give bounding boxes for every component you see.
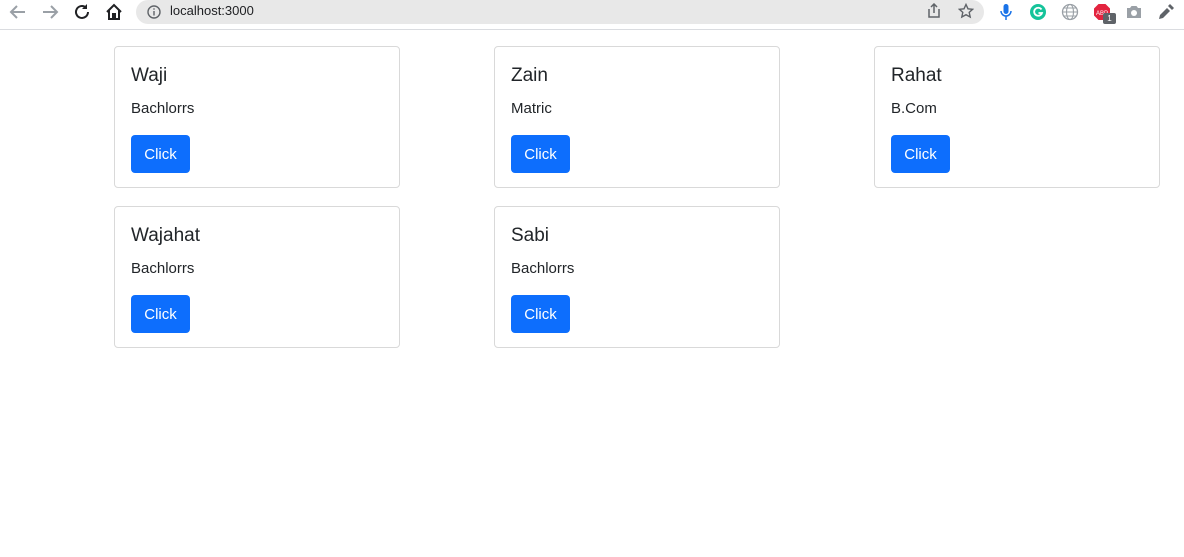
card-text: Bachlorrs xyxy=(131,100,195,117)
eyedropper-icon[interactable] xyxy=(1154,2,1178,22)
click-button[interactable]: Click xyxy=(131,135,190,173)
card-title: Sabi xyxy=(511,225,550,246)
click-button[interactable]: Click xyxy=(131,295,190,333)
back-arrow-icon[interactable] xyxy=(6,2,30,22)
click-button[interactable]: Click xyxy=(891,135,950,173)
browser-toolbar: localhost:3000 ABP 1 xyxy=(0,0,1184,30)
microphone-icon[interactable] xyxy=(994,2,1018,22)
student-card: Rahat B.Com Click xyxy=(874,46,1160,188)
home-icon[interactable] xyxy=(102,2,126,22)
student-card: Waji Bachlorrs Click xyxy=(114,46,400,188)
grammarly-icon[interactable] xyxy=(1026,2,1050,22)
student-card: Wajahat Bachlorrs Click xyxy=(114,206,400,348)
address-bar[interactable]: localhost:3000 xyxy=(136,0,984,24)
card-title: Waji xyxy=(131,65,168,86)
card-text: Bachlorrs xyxy=(511,260,575,277)
extension-badge: 1 xyxy=(1103,13,1116,24)
student-card: Sabi Bachlorrs Click xyxy=(494,206,780,348)
card-text: Matric xyxy=(511,100,552,117)
info-icon[interactable] xyxy=(146,4,162,20)
card-text: B.Com xyxy=(891,100,937,117)
card-text: Bachlorrs xyxy=(131,260,195,277)
card-title: Wajahat xyxy=(131,225,200,246)
share-icon[interactable] xyxy=(922,1,946,21)
reload-icon[interactable] xyxy=(70,2,94,22)
click-button[interactable]: Click xyxy=(511,295,570,333)
url-text[interactable]: localhost:3000 xyxy=(170,3,254,19)
globe-icon[interactable] xyxy=(1058,2,1082,22)
card-title: Zain xyxy=(511,65,548,86)
card-title: Rahat xyxy=(891,65,942,86)
click-button[interactable]: Click xyxy=(511,135,570,173)
camera-icon[interactable] xyxy=(1122,2,1146,22)
student-card: Zain Matric Click xyxy=(494,46,780,188)
star-icon[interactable] xyxy=(954,1,978,21)
forward-arrow-icon[interactable] xyxy=(38,2,62,22)
